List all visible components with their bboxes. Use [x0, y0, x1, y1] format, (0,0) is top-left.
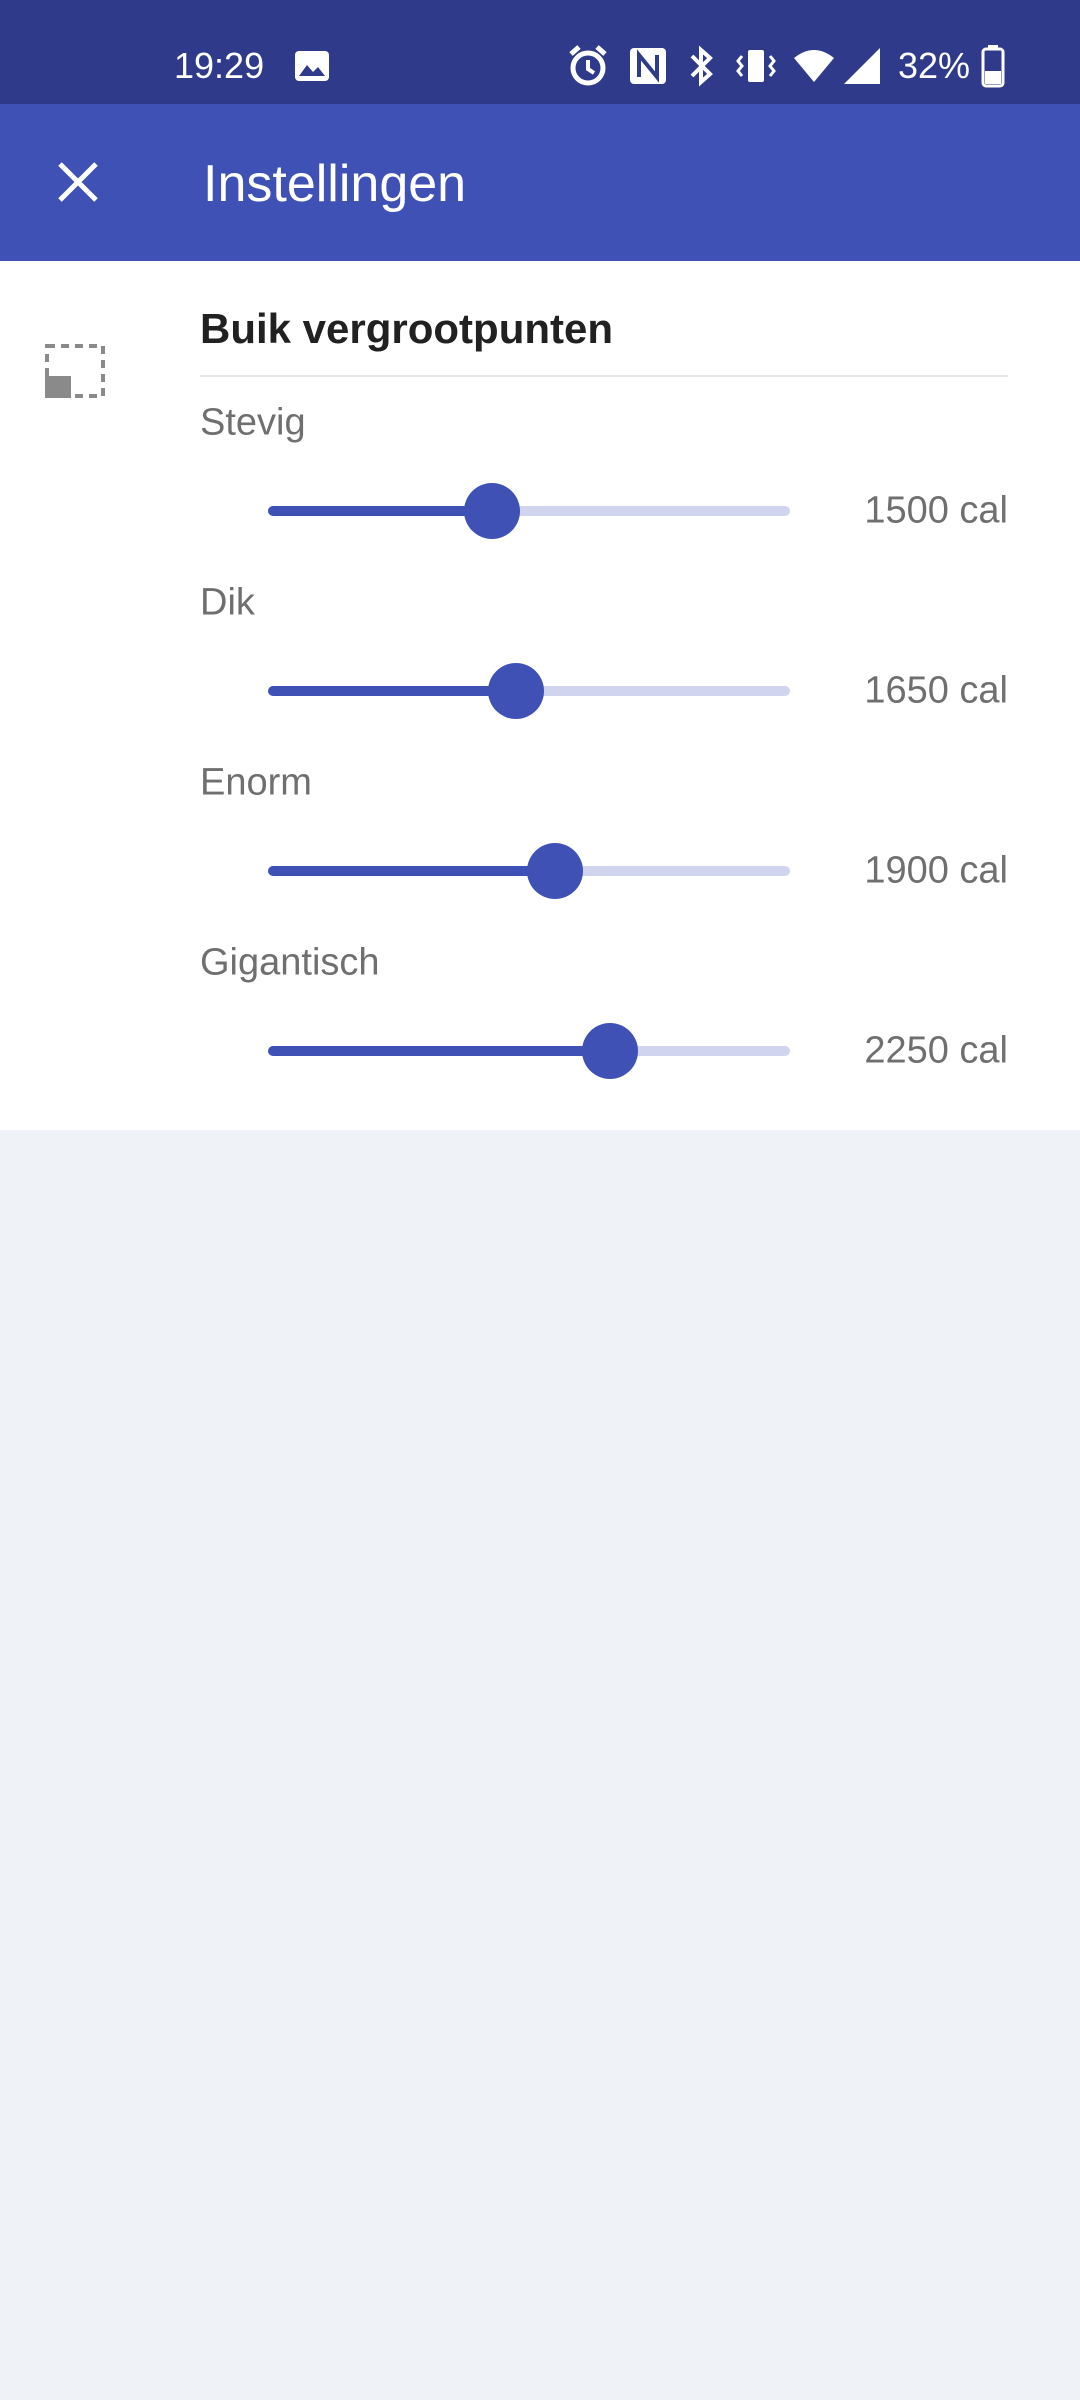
- slider-stevig[interactable]: [262, 481, 796, 541]
- alarm-icon: [569, 45, 607, 86]
- pref-value-gigantisch: 2250 cal: [864, 1029, 1008, 1072]
- signal-icon: [844, 48, 880, 84]
- slider-thumb[interactable]: [527, 843, 584, 899]
- slider-dik[interactable]: [262, 661, 796, 721]
- close-button[interactable]: [38, 142, 118, 222]
- slider-fill: [268, 866, 556, 876]
- bluetooth-icon: [690, 45, 713, 87]
- section-title: Buik vergrootpunten: [200, 305, 614, 352]
- app-bar: Instellingen: [0, 104, 1080, 261]
- close-icon: [58, 162, 98, 202]
- nfc-icon: [630, 48, 666, 84]
- photo-icon: [295, 51, 329, 81]
- pref-value-enorm: 1900 cal: [864, 849, 1008, 892]
- pref-label-stevig: Stevig: [200, 401, 306, 444]
- battery-icon: [981, 45, 1005, 88]
- slider-fill: [268, 1046, 610, 1056]
- settings-card: Buik vergrootpunten Stevig 1500 cal Dik …: [0, 261, 1080, 1130]
- wifi-icon: [794, 50, 834, 82]
- status-time: 19:29: [174, 45, 265, 86]
- pref-label-gigantisch: Gigantisch: [200, 941, 380, 984]
- slider-fill: [268, 686, 516, 696]
- slider-enorm[interactable]: [262, 841, 796, 901]
- slider-fill: [268, 506, 493, 516]
- slider-thumb[interactable]: [487, 663, 544, 719]
- pref-value-stevig: 1500 cal: [864, 489, 1008, 532]
- divider: [200, 375, 1008, 377]
- page-title: Instellingen: [203, 155, 467, 213]
- vibrate-icon: [736, 50, 776, 82]
- pref-label-enorm: Enorm: [200, 761, 312, 804]
- slider-thumb[interactable]: [464, 483, 521, 539]
- pref-value-dik: 1650 cal: [864, 669, 1008, 712]
- status-bar: 19:29 32%: [0, 0, 1080, 104]
- dashed-selection-icon: [45, 344, 105, 398]
- pref-label-dik: Dik: [200, 581, 255, 624]
- battery-percentage: 32%: [898, 45, 971, 86]
- slider-thumb[interactable]: [581, 1023, 638, 1079]
- slider-gigantisch[interactable]: [262, 1021, 796, 1081]
